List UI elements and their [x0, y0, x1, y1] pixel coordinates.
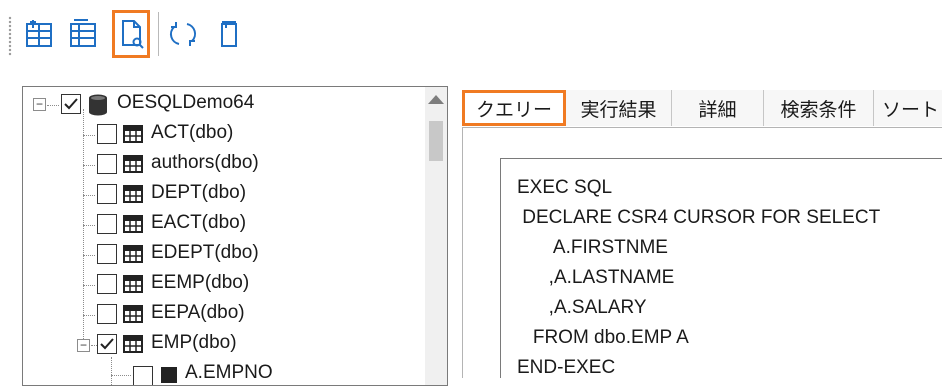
tree-vertical-scrollbar[interactable]: [425, 87, 447, 385]
tree-connector: [83, 165, 95, 166]
grid-view-button-2[interactable]: [64, 10, 102, 58]
column-icon: [161, 367, 177, 383]
tree-item[interactable]: DEPT(dbo): [23, 181, 423, 209]
tree-connector: [83, 255, 95, 256]
scroll-thumb[interactable]: [429, 121, 443, 161]
toolbar: [0, 0, 942, 68]
tab-label: 詳細: [698, 99, 737, 121]
item-label: A.EMPNO: [185, 362, 273, 383]
table-icon: [123, 125, 143, 143]
tree-item[interactable]: ACT(dbo): [23, 121, 423, 149]
document-search-icon: [122, 20, 144, 49]
item-checkbox[interactable]: [97, 154, 117, 174]
tab-label: 実行結果: [580, 99, 657, 121]
table-icon: [123, 215, 143, 233]
item-checkbox[interactable]: [97, 274, 117, 294]
sql-line: EXEC SQL: [517, 177, 613, 198]
tree-connector: [47, 105, 59, 106]
item-label: EDEPT(dbo): [151, 242, 259, 263]
tree-item[interactable]: EACT(dbo): [23, 211, 423, 239]
table-icon: [123, 185, 143, 203]
table-tree: − OESQLDemo64 ACT(dbo) authors(dbo) DEPT…: [22, 86, 448, 386]
item-checkbox[interactable]: [97, 244, 117, 264]
tree-item[interactable]: authors(dbo): [23, 151, 423, 179]
sql-line: DECLARE CSR4 CURSOR FOR SELECT: [517, 207, 881, 228]
sql-line: END-EXEC: [517, 357, 616, 378]
item-label: EEMP(dbo): [151, 272, 250, 293]
tab-label: ソート: [882, 99, 940, 121]
tree-connector: [83, 225, 95, 226]
tree-connector: [83, 135, 95, 136]
table-icon: [123, 245, 143, 263]
tab-results[interactable]: 実行結果: [566, 90, 672, 126]
item-label: EMP(dbo): [151, 332, 237, 353]
tab-details[interactable]: 詳細: [672, 90, 764, 126]
item-checkbox[interactable]: [133, 366, 153, 385]
grid-view-button-1[interactable]: [20, 10, 58, 58]
toolbar-grip[interactable]: [8, 16, 12, 56]
tab-query[interactable]: クエリー: [462, 90, 566, 126]
clipboard-icon: [221, 21, 237, 47]
item-checkbox[interactable]: [97, 184, 117, 204]
root-checkbox[interactable]: [61, 94, 81, 114]
result-tabs: クエリー 実行結果 詳細 検索条件 ソート: [462, 90, 942, 128]
item-label: EACT(dbo): [151, 212, 247, 233]
tree-item[interactable]: EEPA(dbo): [23, 301, 423, 329]
tree-connector: [83, 315, 95, 316]
table-icon: [123, 305, 143, 323]
tree-item-expanded[interactable]: − EMP(dbo): [23, 331, 423, 359]
collapse-toggle[interactable]: −: [33, 98, 46, 111]
root-label: OESQLDemo64: [117, 92, 255, 113]
item-checkbox[interactable]: [97, 304, 117, 324]
scroll-up-arrow[interactable]: [428, 95, 444, 104]
query-preview-button[interactable]: [112, 10, 150, 58]
sql-line: FROM dbo.EMP A: [517, 327, 689, 348]
tab-sort[interactable]: ソート: [874, 90, 942, 126]
toolbar-separator: [158, 12, 159, 56]
item-checkbox[interactable]: [97, 334, 117, 354]
database-icon: [89, 94, 107, 116]
sql-line: A.FIRSTNME: [517, 237, 668, 258]
tab-label: クエリー: [475, 99, 552, 121]
sql-line: ,A.LASTNAME: [517, 267, 675, 288]
tab-search-conditions[interactable]: 検索条件: [764, 90, 874, 126]
item-checkbox[interactable]: [97, 124, 117, 144]
table-icon: [123, 335, 143, 353]
item-label: authors(dbo): [151, 152, 259, 173]
item-checkbox[interactable]: [97, 214, 117, 234]
item-label: EEPA(dbo): [151, 302, 245, 323]
grid-icon: [70, 19, 96, 47]
item-label: DEPT(dbo): [151, 182, 247, 203]
tree-connector: [83, 195, 95, 196]
tree-connector: [111, 375, 131, 376]
refresh-button[interactable]: [164, 10, 202, 58]
tab-label: 検索条件: [780, 99, 857, 121]
collapse-toggle[interactable]: −: [77, 339, 90, 352]
sql-query-text[interactable]: EXEC SQL DECLARE CSR4 CURSOR FOR SELECT …: [500, 158, 942, 378]
clipboard-button[interactable]: [210, 10, 248, 58]
refresh-icon: [169, 22, 197, 46]
item-label: ACT(dbo): [151, 122, 234, 143]
tree-root-row[interactable]: − OESQLDemo64: [23, 91, 423, 119]
table-icon: [123, 155, 143, 173]
table-icon: [123, 275, 143, 293]
tree-connector: [83, 285, 95, 286]
tree-item[interactable]: EDEPT(dbo): [23, 241, 423, 269]
sql-line: ,A.SALARY: [517, 297, 647, 318]
grid-icon: [26, 20, 52, 47]
tree-child-item[interactable]: A.EMPNO: [23, 361, 423, 385]
tree-item[interactable]: EEMP(dbo): [23, 271, 423, 299]
